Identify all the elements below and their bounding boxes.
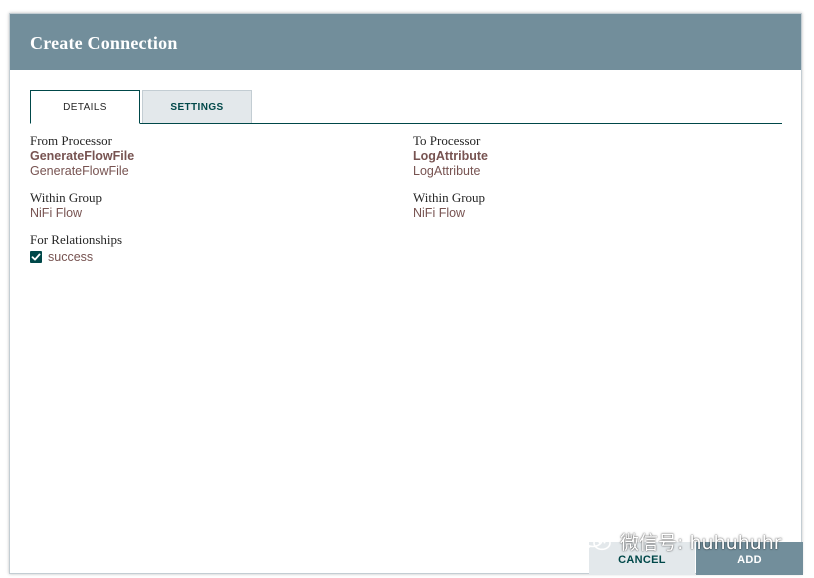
dialog-title: Create Connection: [30, 33, 178, 53]
create-connection-dialog: Create Connection DETAILS SETTINGS From …: [9, 13, 803, 575]
relationships-label: For Relationships: [30, 232, 123, 247]
success-checkbox[interactable]: [30, 251, 42, 263]
from-processor-type: GenerateFlowFile: [30, 164, 129, 178]
dialog-header: Create Connection: [10, 14, 801, 70]
relationship-item[interactable]: success: [30, 250, 390, 264]
tab-settings[interactable]: SETTINGS: [142, 90, 252, 123]
tab-bar: DETAILS SETTINGS: [30, 90, 782, 124]
cancel-button[interactable]: CANCEL: [589, 542, 695, 575]
destination-details: To Processor LogAttribute LogAttribute W…: [413, 132, 773, 221]
to-group-label: Within Group: [413, 190, 486, 205]
checkmark-icon: [31, 253, 41, 261]
add-button[interactable]: ADD: [696, 542, 803, 575]
from-processor-label: From Processor: [30, 133, 112, 148]
to-processor-name: LogAttribute: [413, 149, 488, 163]
tab-details[interactable]: DETAILS: [30, 90, 140, 124]
from-group-value: NiFi Flow: [30, 206, 83, 220]
from-processor-name: GenerateFlowFile: [30, 149, 135, 163]
source-details: From Processor GenerateFlowFile Generate…: [30, 132, 390, 264]
to-processor-type: LogAttribute: [413, 164, 481, 178]
to-group-value: NiFi Flow: [413, 206, 466, 220]
relationship-label-success: success: [48, 250, 94, 264]
to-processor-label: To Processor: [413, 133, 481, 148]
from-group-label: Within Group: [30, 190, 103, 205]
